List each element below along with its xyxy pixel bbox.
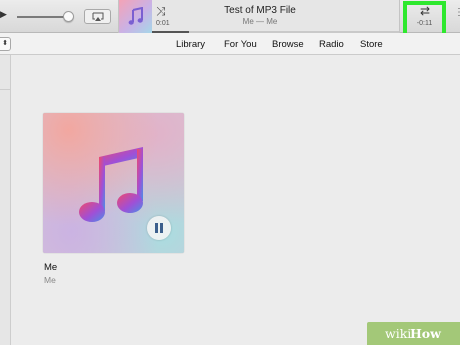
- airplay-button[interactable]: [84, 9, 111, 24]
- player-bar: ▶ ⤨ 0:01 Test of MP3 File Me — Me ⇄ -0:1…: [0, 0, 460, 33]
- airplay-icon: [92, 12, 104, 21]
- volume-slider-knob[interactable]: [63, 11, 74, 22]
- tab-for-you[interactable]: For You: [219, 37, 262, 52]
- media-type-stepper[interactable]: ⬍: [0, 37, 11, 51]
- watermark-how: How: [410, 326, 441, 341]
- sidebar-divider: [0, 89, 11, 90]
- music-note-icon: [79, 147, 143, 222]
- sidebar: [0, 55, 11, 345]
- watermark-wiki: wiki: [385, 326, 412, 341]
- album-artwork[interactable]: [43, 113, 184, 253]
- volume-slider[interactable]: [17, 16, 67, 18]
- pause-icon[interactable]: [147, 216, 171, 240]
- tab-library[interactable]: Library: [171, 37, 210, 52]
- wikihow-watermark: wiki How: [367, 322, 460, 345]
- song-artist-album: Me — Me: [242, 17, 278, 26]
- tab-browse[interactable]: Browse: [267, 37, 309, 52]
- album-artist[interactable]: Me: [44, 275, 56, 285]
- play-icon[interactable]: ▶: [0, 9, 7, 20]
- toolbar: ⬍ Library For You Browse Radio Store: [0, 33, 460, 55]
- more-options-icon[interactable]: ⋮: [454, 8, 460, 18]
- song-title: Test of MP3 File: [224, 5, 296, 16]
- tab-store[interactable]: Store: [355, 37, 388, 52]
- tab-radio[interactable]: Radio: [314, 37, 349, 52]
- now-playing-display: ⤨ 0:01 Test of MP3 File Me — Me: [118, 0, 400, 33]
- album-title[interactable]: Me: [44, 262, 57, 273]
